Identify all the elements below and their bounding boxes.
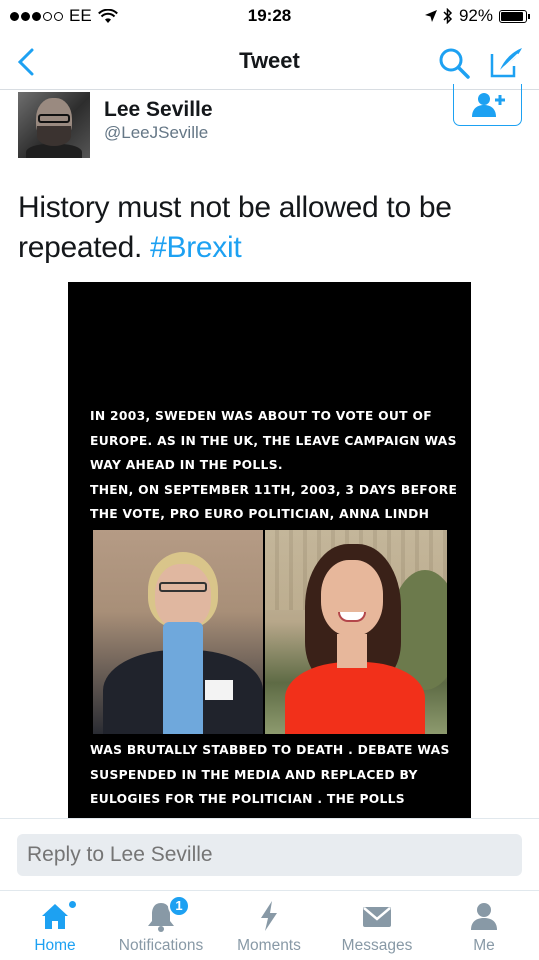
compose-icon[interactable] — [488, 46, 524, 80]
avatar[interactable] — [18, 92, 90, 158]
display-name[interactable]: Lee Seville — [104, 98, 213, 122]
photo-woman-red-top — [265, 530, 447, 734]
media-caption-top: IN 2003, SWEDEN WAS ABOUT TO VOTE OUT OF… — [90, 404, 460, 527]
bluetooth-icon — [443, 8, 453, 24]
media-caption-line: EUROPE. AS IN THE UK, THE LEAVE CAMPAIGN… — [90, 433, 457, 448]
reply-bar — [0, 818, 539, 890]
user-handle[interactable]: @LeeJSeville — [104, 123, 208, 143]
tab-home[interactable]: Home — [0, 891, 110, 960]
media-caption-line: WAY AHEAD IN THE POLLS. — [90, 458, 283, 472]
person-icon — [471, 903, 497, 930]
follow-button[interactable] — [453, 84, 522, 126]
media-caption-bottom: WAS BRUTALLY STABBED TO DEATH . DEBATE W… — [90, 738, 460, 812]
new-content-dot — [69, 901, 76, 908]
lightning-icon — [261, 901, 277, 931]
tab-label: Home — [34, 937, 76, 954]
status-bar: EE 19:28 92% — [0, 0, 539, 34]
tab-label: Moments — [237, 937, 301, 954]
tab-label: Notifications — [118, 937, 204, 954]
tweet-media-image[interactable]: IN 2003, SWEDEN WAS ABOUT TO VOTE OUT OF… — [68, 282, 471, 818]
media-caption-line: SUSPENDED IN THE MEDIA AND REPLACED BY — [90, 767, 418, 782]
add-user-icon — [471, 92, 505, 117]
tab-me[interactable]: Me — [429, 891, 539, 960]
photo-anna-lindh — [93, 530, 263, 734]
media-caption-line: THE VOTE, PRO EURO POLITICIAN, ANNA LIND… — [90, 507, 430, 521]
tab-moments[interactable]: Moments — [214, 891, 324, 960]
reply-input[interactable] — [17, 834, 522, 876]
notification-badge: 1 — [168, 895, 190, 917]
home-icon — [42, 904, 68, 929]
tab-bar: Home 1 Notifications Moments Messages Me — [0, 890, 539, 960]
location-arrow-icon — [424, 10, 437, 22]
media-caption-line: IN 2003, SWEDEN WAS ABOUT TO VOTE OUT OF — [90, 409, 432, 423]
tab-notifications[interactable]: 1 Notifications — [106, 891, 216, 960]
media-caption-line: WAS BRUTALLY STABBED TO DEATH . DEBATE W… — [90, 743, 450, 757]
nav-bar: Tweet — [0, 34, 539, 90]
tab-messages[interactable]: Messages — [322, 891, 432, 960]
tab-label: Messages — [341, 937, 413, 954]
tweet-text: History must not be allowed to be repeat… — [18, 188, 518, 268]
search-icon[interactable] — [437, 46, 471, 80]
tab-label: Me — [473, 937, 495, 954]
status-right: 92% — [424, 6, 530, 26]
envelope-icon — [363, 907, 391, 927]
media-caption-line: EULOGIES FOR THE POLITICIAN . THE POLLS — [90, 792, 405, 806]
battery-icon — [499, 9, 530, 23]
battery-percent: 92% — [458, 6, 493, 25]
hashtag-link[interactable]: #Brexit — [150, 231, 242, 264]
media-caption-line: THEN, ON SEPTEMBER 11TH, 2003, 3 DAYS BE… — [90, 482, 458, 497]
